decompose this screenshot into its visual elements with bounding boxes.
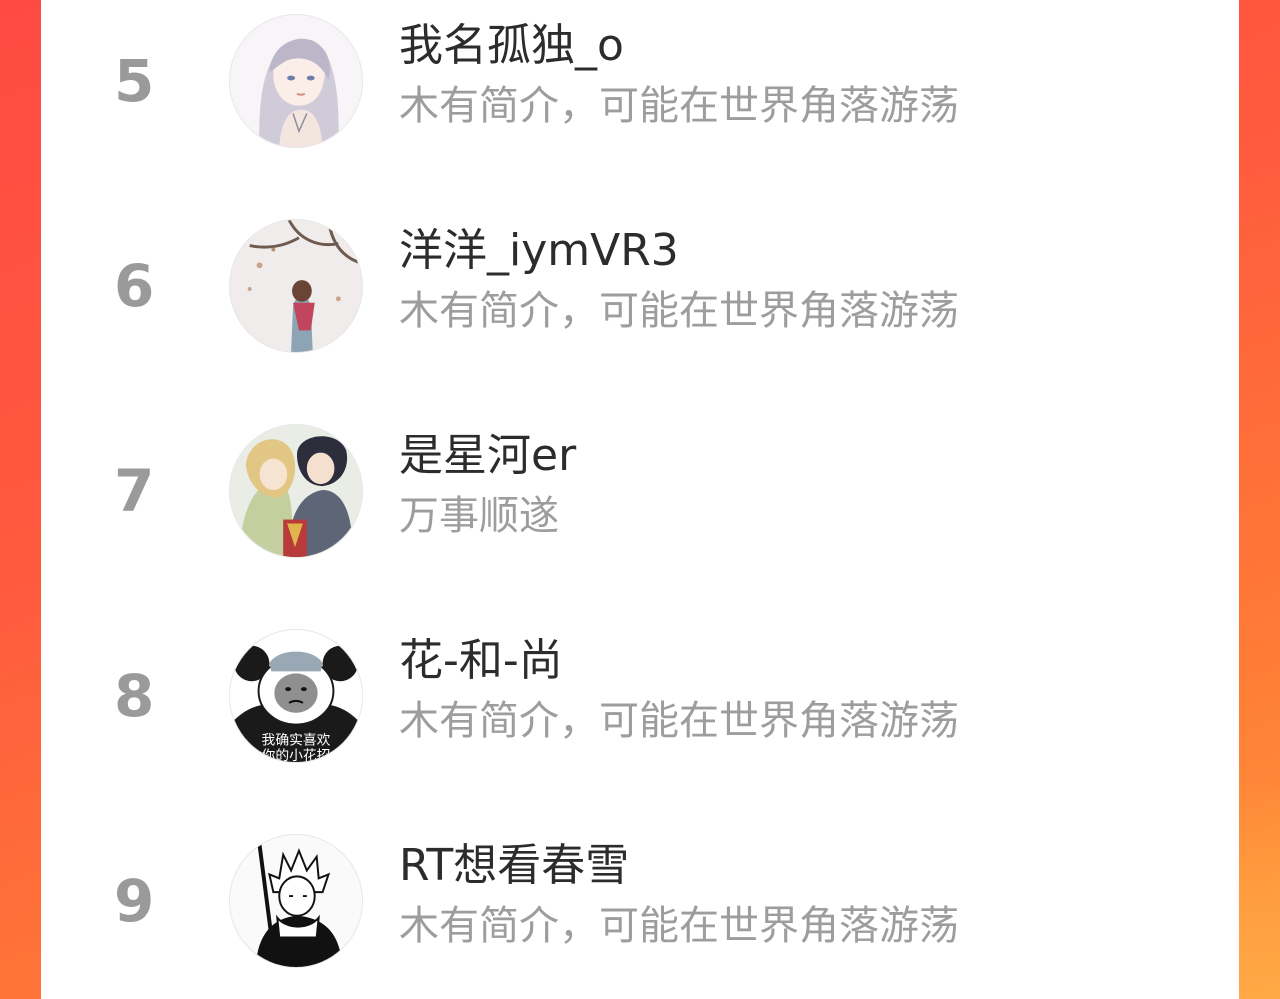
user-name[interactable]: 我名孤独_o [399,18,624,74]
user-name[interactable]: 是星河er [399,428,576,484]
anime-couple-avatar-icon[interactable] [229,424,363,558]
rank-number: 6 [114,252,155,320]
girl-under-tree-avatar-icon[interactable] [229,219,363,353]
ranking-panel: 5 我名孤独_o 木有简介，可能在世界角落游荡 6 洋洋_iymVR3 木有简介… [41,0,1239,999]
user-bio: 木有简介，可能在世界角落游荡 [399,288,959,334]
manga-swordsman-avatar-icon[interactable] [229,834,363,968]
avatar-caption-line-1: 我确实喜欢 [262,732,331,748]
user-name[interactable]: 洋洋_iymVR3 [399,223,679,279]
ranking-row[interactable]: 5 我名孤独_o 木有简介，可能在世界角落游荡 [41,14,1239,174]
rank-number: 9 [114,867,155,935]
anime-girl-avatar-icon[interactable] [229,14,363,148]
user-bio: 木有简介，可能在世界角落游荡 [399,698,959,744]
ranking-row[interactable]: 6 洋洋_iymVR3 木有简介，可能在世界角落游荡 [41,219,1239,379]
user-bio: 万事顺遂 [399,493,559,539]
user-name[interactable]: RT想看春雪 [399,838,629,894]
ranking-row[interactable]: 9 RT想看春雪 木有简介，可能在世界角落游荡 [41,834,1239,994]
ranking-row[interactable]: 7 是星河er 万事顺遂 [41,424,1239,584]
user-bio: 木有简介，可能在世界角落游荡 [399,83,959,129]
rank-number: 8 [114,662,155,730]
user-name[interactable]: 花-和-尚 [399,633,563,689]
panda-meme-avatar-icon[interactable]: 我确实喜欢 你的小花招 [229,629,363,763]
rank-number: 7 [114,457,155,525]
rank-number: 5 [114,47,155,115]
avatar-caption-line-2: 你的小花招 [262,748,331,762]
ranking-row[interactable]: 8 我确实喜欢 你的小花招 花-和-尚 木有简介，可能在世界角落游荡 [41,629,1239,789]
user-bio: 木有简介，可能在世界角落游荡 [399,903,959,949]
